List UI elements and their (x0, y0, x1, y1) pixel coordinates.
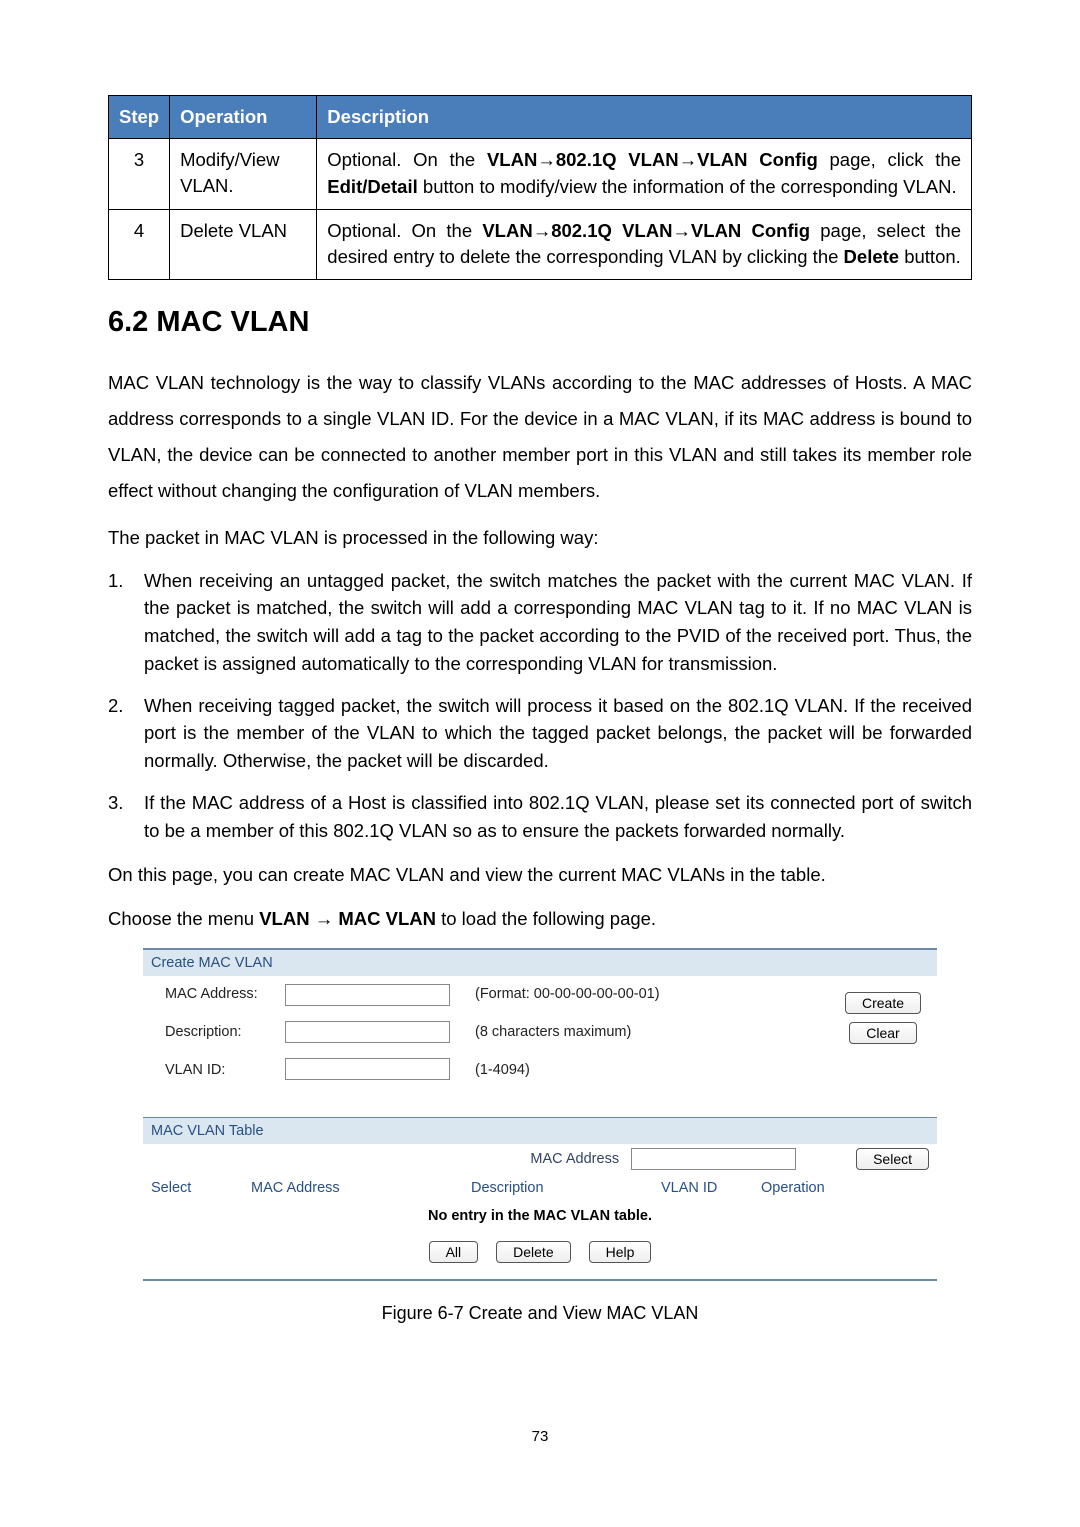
col-operation-header: Operation (170, 96, 317, 139)
col-desc: Description (471, 1178, 661, 1198)
operation-cell: Modify/View VLAN. (170, 138, 317, 209)
paragraph-processing: The packet in MAC VLAN is processed in t… (108, 523, 972, 553)
col-description-header: Description (317, 96, 972, 139)
create-button[interactable]: Create (845, 992, 921, 1014)
clear-button[interactable]: Clear (849, 1022, 916, 1044)
description-cell: Optional. On the VLAN→802.1Q VLAN→VLAN C… (317, 138, 972, 209)
col-step-header: Step (109, 96, 170, 139)
figure-caption: Figure 6-7 Create and View MAC VLAN (108, 1301, 972, 1326)
col-op: Operation (761, 1178, 861, 1198)
col-mac: MAC Address (251, 1178, 471, 1198)
description-hint: (8 characters maximum) (475, 1022, 837, 1042)
description-cell: Optional. On the VLAN→802.1Q VLAN→VLAN C… (317, 209, 972, 280)
step-table: Step Operation Description 3 Modify/View… (108, 95, 972, 280)
list-item: When receiving an untagged packet, the s… (108, 567, 972, 678)
mac-address-label: MAC Address: (165, 984, 285, 1004)
vlan-hint: (1-4094) (475, 1060, 837, 1080)
description-input[interactable] (285, 1021, 450, 1043)
mac-vlan-panel: Create MAC VLAN MAC Address: Description… (143, 948, 937, 1281)
processing-list: When receiving an untagged packet, the s… (108, 567, 972, 845)
delete-button[interactable]: Delete (496, 1241, 570, 1263)
section-heading: 6.2 MAC VLAN (108, 302, 972, 343)
mac-hint: (Format: 00-00-00-00-00-01) (475, 984, 837, 1004)
col-vlan: VLAN ID (661, 1178, 761, 1198)
list-item: If the MAC address of a Host is classifi… (108, 789, 972, 845)
page-number: 73 (108, 1426, 972, 1447)
step-cell: 3 (109, 138, 170, 209)
mac-vlan-table-header: MAC VLAN Table (143, 1118, 937, 1144)
col-select: Select (151, 1178, 251, 1198)
paragraph-intro: MAC VLAN technology is the way to classi… (108, 365, 972, 509)
vlan-id-input[interactable] (285, 1058, 450, 1080)
operation-cell: Delete VLAN (170, 209, 317, 280)
create-mac-vlan-header: Create MAC VLAN (143, 950, 937, 976)
list-item: When receiving tagged packet, the switch… (108, 692, 972, 775)
paragraph-menu: Choose the menu VLAN → MAC VLAN to load … (108, 904, 972, 934)
vlan-id-label: VLAN ID: (165, 1060, 285, 1080)
step-cell: 4 (109, 209, 170, 280)
table-row: 3 Modify/View VLAN. Optional. On the VLA… (109, 138, 972, 209)
description-label: Description: (165, 1022, 285, 1042)
table-row: 4 Delete VLAN Optional. On the VLAN→802.… (109, 209, 972, 280)
filter-mac-label: MAC Address (530, 1149, 619, 1169)
filter-mac-input[interactable] (631, 1148, 796, 1170)
all-button[interactable]: All (429, 1241, 479, 1263)
table-empty-text: No entry in the MAC VLAN table. (143, 1202, 937, 1230)
select-button[interactable]: Select (856, 1148, 929, 1170)
mac-address-input[interactable] (285, 984, 450, 1006)
help-button[interactable]: Help (589, 1241, 652, 1263)
table-header-row: Select MAC Address Description VLAN ID O… (143, 1174, 937, 1202)
paragraph-create: On this page, you can create MAC VLAN an… (108, 860, 972, 890)
